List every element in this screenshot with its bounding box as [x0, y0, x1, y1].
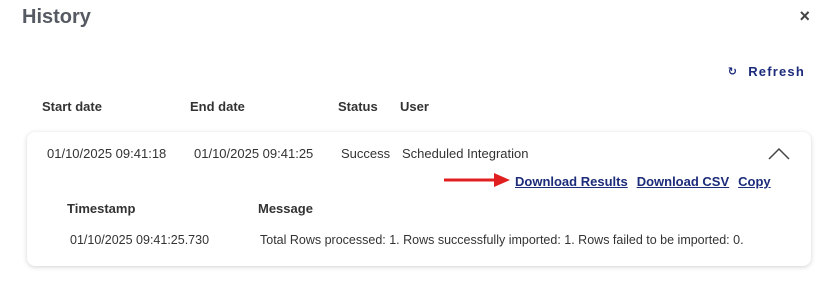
copy-link[interactable]: Copy	[738, 174, 771, 189]
row-end-date: 01/10/2025 09:41:25	[194, 146, 314, 161]
refresh-button[interactable]: ↻ Refresh	[728, 64, 805, 79]
history-row-card: 01/10/2025 09:41:18 01/10/2025 09:41:25 …	[27, 132, 811, 266]
detail-header-timestamp: Timestamp	[67, 201, 136, 216]
refresh-icon: ↻	[727, 66, 739, 78]
red-arrow-icon	[444, 173, 510, 187]
page-title: History	[22, 6, 91, 28]
row-start-date: 01/10/2025 09:41:18	[47, 146, 167, 161]
row-user: Scheduled Integration	[402, 146, 529, 161]
column-header-start-date: Start date	[42, 99, 102, 114]
download-csv-link[interactable]: Download CSV	[637, 174, 729, 189]
column-header-end-date: End date	[190, 99, 245, 114]
refresh-label: Refresh	[748, 64, 805, 79]
row-status: Success	[341, 146, 391, 161]
close-icon[interactable]: ×	[799, 6, 810, 27]
column-header-status: Status	[338, 99, 378, 114]
column-header-user: User	[400, 99, 429, 114]
download-results-link[interactable]: Download Results	[515, 174, 628, 189]
detail-message: Total Rows processed: 1. Rows successful…	[260, 233, 744, 247]
detail-header-message: Message	[258, 201, 313, 216]
detail-timestamp: 01/10/2025 09:41:25.730	[70, 233, 210, 247]
chevron-up-icon[interactable]	[767, 146, 791, 162]
